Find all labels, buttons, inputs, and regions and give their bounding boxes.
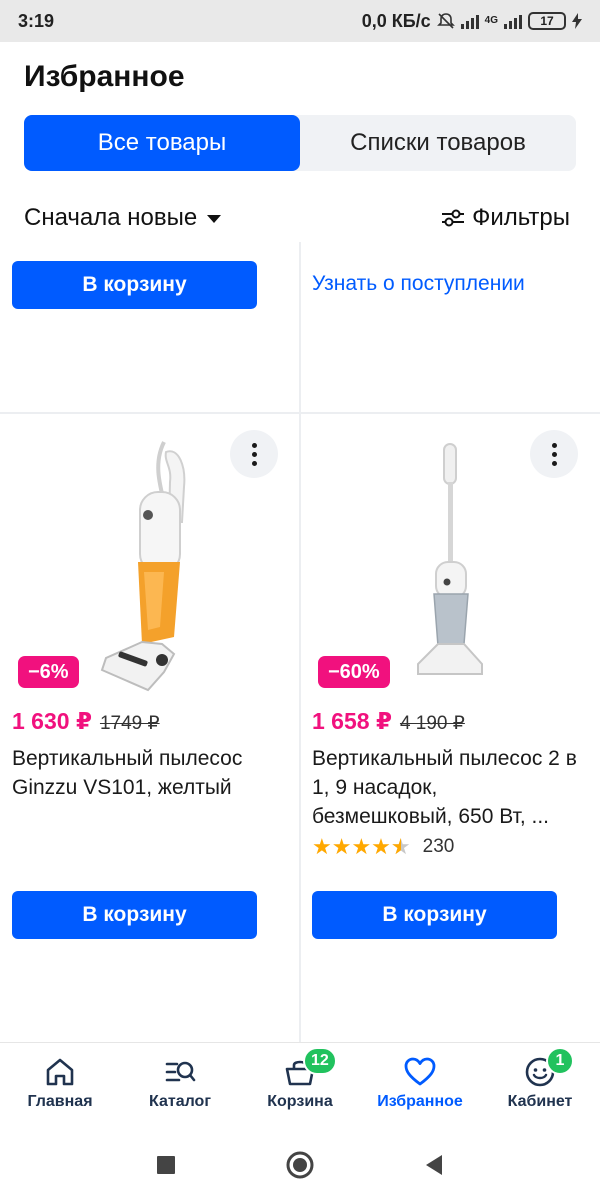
product-title[interactable]: Вертикальный пылесос Ginzzu VS101, желты…: [12, 744, 282, 802]
add-to-cart-button[interactable]: В корзину: [12, 891, 257, 939]
review-count: 230: [422, 836, 455, 857]
dot-icon: [551, 460, 557, 466]
nav-account[interactable]: Кабинет 1: [480, 1043, 600, 1130]
sort-label: Сначала новые: [24, 204, 198, 231]
net-speed: 0,0 КБ/с: [361, 10, 431, 31]
dot-icon: [251, 460, 257, 466]
nav-home-label: Главная: [27, 1093, 93, 1110]
network-type: 4G: [484, 15, 498, 26]
tab-all-products[interactable]: Все товары: [24, 115, 300, 171]
nav-home[interactable]: Главная: [0, 1043, 120, 1130]
back-triangle-icon[interactable]: [424, 1154, 444, 1176]
sliders-icon: [442, 209, 465, 227]
notify-arrival-link[interactable]: Узнать о поступлении: [312, 272, 525, 296]
filters-label: Фильтры: [472, 204, 570, 231]
discount-badge: −60%: [318, 656, 390, 688]
cart-count-badge: 12: [303, 1047, 337, 1075]
signal-2-icon: [504, 13, 522, 29]
dot-icon: [251, 442, 257, 448]
status-bar: 3:19 0,0 КБ/с 4G 17: [0, 0, 600, 42]
battery-level: 17: [540, 14, 554, 28]
recents-square-icon[interactable]: [156, 1155, 176, 1175]
old-price: 1749 ₽: [99, 713, 160, 734]
rating: ★★★★★★ 230: [312, 834, 454, 860]
tab-product-lists[interactable]: Списки товаров: [300, 115, 576, 171]
charging-icon: [572, 13, 582, 29]
nav-cart[interactable]: Корзина 12: [240, 1043, 360, 1130]
nav-catalog[interactable]: Каталог: [120, 1043, 240, 1130]
mute-bell-icon: [436, 13, 455, 29]
rating-stars: ★★★★★★: [312, 834, 411, 859]
price-row: 1 630 ₽ 1749 ₽: [12, 708, 160, 735]
home-icon: [46, 1058, 74, 1086]
system-nav-bar: [0, 1130, 600, 1199]
dot-icon: [251, 451, 257, 457]
price: 1 658 ₽: [312, 708, 392, 734]
more-options-button[interactable]: [530, 430, 578, 478]
nav-cart-label: Корзина: [267, 1093, 333, 1110]
product-title[interactable]: Вертикальный пылесос 2 в 1, 9 насадок, б…: [312, 744, 582, 831]
dot-icon: [551, 451, 557, 457]
more-options-button[interactable]: [230, 430, 278, 478]
nav-catalog-label: Каталог: [149, 1093, 211, 1110]
tabs-segment: Все товары Списки товаров: [24, 115, 576, 171]
bottom-nav: Главная Каталог Корзина 12 Избранное Каб…: [0, 1042, 600, 1130]
filters-button[interactable]: Фильтры: [440, 204, 570, 232]
old-price: 4 190 ₽: [399, 713, 465, 734]
battery-icon: 17: [528, 12, 566, 30]
grid-divider-horizontal: [0, 412, 600, 414]
nav-favorites[interactable]: Избранное: [360, 1043, 480, 1130]
grid-divider-vertical: [299, 242, 301, 1042]
catalog-search-icon: [165, 1061, 196, 1082]
price: 1 630 ₽: [12, 708, 92, 734]
account-count-badge: 1: [546, 1047, 574, 1075]
page-title: Избранное: [24, 60, 185, 93]
sort-filter-bar: Сначала новые Фильтры: [24, 198, 570, 238]
dot-icon: [551, 442, 557, 448]
price-row: 1 658 ₽ 4 190 ₽: [312, 708, 465, 735]
caret-down-icon: [207, 215, 222, 223]
nav-favorites-label: Избранное: [377, 1093, 463, 1110]
status-icons: 0,0 КБ/с 4G 17: [362, 11, 582, 32]
discount-badge: −6%: [18, 656, 79, 688]
signal-icon: [460, 13, 479, 29]
heart-icon: [404, 1057, 436, 1086]
add-to-cart-button[interactable]: В корзину: [312, 891, 557, 939]
add-to-cart-button[interactable]: В корзину: [12, 261, 257, 309]
nav-account-label: Кабинет: [507, 1093, 573, 1110]
home-circle-icon[interactable]: [286, 1151, 314, 1179]
sort-dropdown[interactable]: Сначала новые: [24, 204, 222, 232]
product-grid: В корзину Узнать о поступлении −6% 1 630…: [0, 242, 600, 1042]
status-time: 3:19: [18, 10, 55, 31]
